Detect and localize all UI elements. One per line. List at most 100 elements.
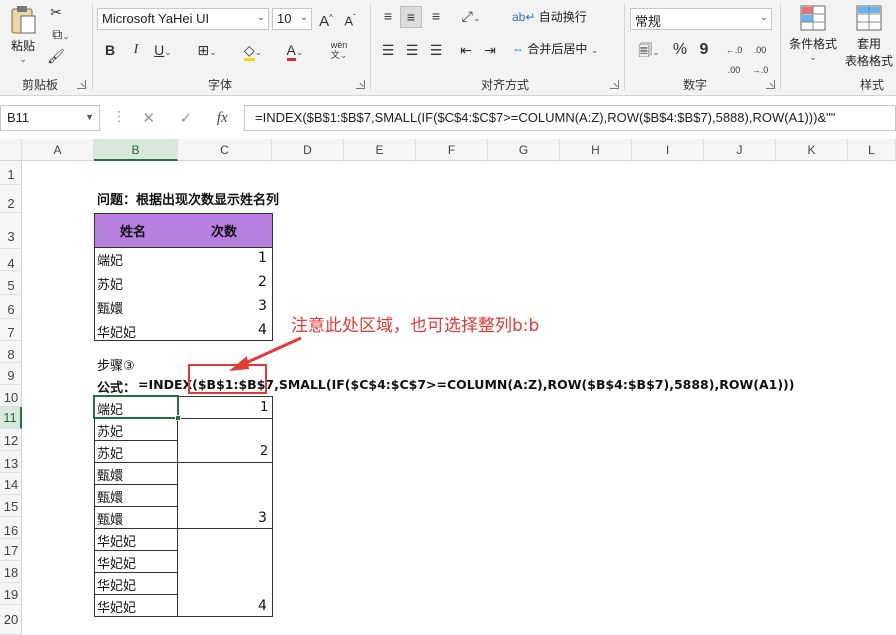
wrap-text-button[interactable]: ab↵ 自动换行: [512, 8, 587, 28]
chevron-down-icon[interactable]: ⌄: [6, 54, 40, 65]
decrease-indent-icon[interactable]: ⇤: [456, 40, 476, 60]
source-count[interactable]: 3: [258, 298, 267, 314]
increase-indent-icon[interactable]: ⇥: [480, 40, 500, 60]
column-header-b[interactable]: B: [94, 139, 178, 161]
paste-button[interactable]: 粘贴 ⌄: [6, 4, 40, 64]
row-header[interactable]: 1: [0, 161, 22, 185]
result-name[interactable]: 华妃妃: [97, 531, 136, 550]
result-count[interactable]: 1: [260, 400, 268, 415]
column-header-l[interactable]: L: [848, 139, 896, 161]
comma-button[interactable]: 9: [696, 40, 712, 60]
enter-icon[interactable]: ✓: [180, 109, 193, 127]
row-header[interactable]: 8: [0, 341, 22, 363]
source-count[interactable]: 1: [258, 250, 267, 266]
column-header-d[interactable]: D: [272, 139, 344, 161]
row-header[interactable]: 17: [0, 539, 22, 561]
source-name[interactable]: 端妃: [97, 250, 123, 269]
source-name[interactable]: 苏妃: [97, 274, 123, 293]
increase-font-icon[interactable]: A^: [316, 8, 336, 32]
result-name[interactable]: 华妃妃: [97, 553, 136, 572]
result-count[interactable]: 4: [258, 598, 267, 614]
column-header-h[interactable]: H: [560, 139, 632, 161]
result-count[interactable]: 2: [260, 444, 268, 459]
worksheet-grid[interactable]: A B C D E F G H I J K L 1 2 3 4 5 6 7 8 …: [0, 139, 896, 635]
step-label[interactable]: 步骤③: [97, 355, 135, 374]
number-format-select[interactable]: 常规 ⌄: [630, 8, 772, 30]
clipboard-launcher-icon[interactable]: [77, 80, 86, 89]
cut-icon[interactable]: ✂: [46, 2, 66, 22]
fill-handle[interactable]: [175, 415, 181, 421]
format-painter-icon[interactable]: 🖌: [46, 46, 66, 66]
column-header-f[interactable]: F: [416, 139, 488, 161]
row-header[interactable]: 16: [0, 517, 22, 539]
source-name[interactable]: 华妃妃: [97, 322, 136, 341]
row-header[interactable]: 3: [0, 213, 22, 249]
select-all-corner[interactable]: [0, 139, 22, 161]
align-right-icon[interactable]: ☰: [426, 40, 446, 60]
font-name-select[interactable]: Microsoft YaHei UI ⌄: [97, 8, 269, 30]
border-icon[interactable]: ⊞⌄: [192, 40, 222, 62]
row-header[interactable]: 18: [0, 561, 22, 583]
row-header[interactable]: 2: [0, 185, 22, 213]
column-header-g[interactable]: G: [488, 139, 560, 161]
align-bottom-icon[interactable]: ≡: [426, 6, 446, 26]
column-header-k[interactable]: K: [776, 139, 848, 161]
row-header[interactable]: 4: [0, 249, 22, 271]
align-center-icon[interactable]: ☰: [402, 40, 422, 60]
result-name[interactable]: 甄嬛: [97, 465, 123, 484]
row-header[interactable]: 5: [0, 271, 22, 295]
font-launcher-icon[interactable]: [356, 80, 365, 89]
source-count[interactable]: 2: [258, 274, 267, 290]
orientation-icon[interactable]: ⤢⌄: [456, 6, 486, 28]
row-header[interactable]: 10: [0, 385, 22, 407]
column-header-j[interactable]: J: [704, 139, 776, 161]
row-header[interactable]: 15: [0, 495, 22, 517]
row-header[interactable]: 6: [0, 295, 22, 319]
row-header[interactable]: 14: [0, 473, 22, 495]
phonetic-icon[interactable]: wén 文⌄: [324, 40, 354, 60]
result-count[interactable]: 3: [258, 510, 267, 526]
align-middle-icon[interactable]: ≡: [400, 6, 422, 28]
decrease-decimal-icon[interactable]: .00 →.0: [748, 40, 772, 80]
row-header[interactable]: 20: [0, 605, 22, 635]
column-header-e[interactable]: E: [344, 139, 416, 161]
row-header[interactable]: 7: [0, 319, 22, 341]
active-cell[interactable]: [93, 395, 179, 419]
header-name[interactable]: 姓名: [120, 221, 146, 240]
format-as-table-button[interactable]: 套用 表格格式: [844, 4, 894, 69]
cancel-icon[interactable]: ✕: [142, 109, 155, 127]
column-header-a[interactable]: A: [22, 139, 94, 161]
result-name[interactable]: 苏妃: [97, 421, 123, 440]
header-count[interactable]: 次数: [211, 221, 237, 240]
result-name[interactable]: 华妃妃: [97, 575, 136, 594]
italic-button[interactable]: I: [128, 40, 144, 60]
copy-icon[interactable]: ⧉⌄: [46, 24, 76, 46]
number-launcher-icon[interactable]: [766, 80, 775, 89]
formula-input[interactable]: =INDEX($B$1:$B$7,SMALL(IF($C$4:$C$7>=COL…: [244, 105, 896, 131]
percent-button[interactable]: %: [670, 40, 690, 60]
fill-color-icon[interactable]: ◇⌄: [238, 40, 268, 62]
result-name[interactable]: 甄嬛: [97, 487, 123, 506]
font-color-icon[interactable]: A⌄: [280, 40, 310, 62]
row-header[interactable]: 12: [0, 429, 22, 451]
increase-decimal-icon[interactable]: ←.0.00: [722, 40, 746, 80]
underline-button[interactable]: U⌄: [150, 40, 176, 62]
column-header-i[interactable]: I: [632, 139, 704, 161]
name-box[interactable]: B11 ▼: [0, 105, 100, 131]
row-header[interactable]: 13: [0, 451, 22, 473]
source-name[interactable]: 甄嬛: [97, 298, 123, 317]
font-size-select[interactable]: 10 ⌄: [272, 8, 312, 30]
row-header[interactable]: 11: [0, 407, 22, 429]
merge-center-button[interactable]: ⇔ 合并后居中 ⌄: [512, 40, 598, 60]
currency-icon[interactable]: 🗐⌄: [632, 40, 666, 62]
decrease-font-icon[interactable]: Aˇ: [340, 8, 360, 31]
align-left-icon[interactable]: ☰: [378, 40, 398, 60]
result-name[interactable]: 华妃妃: [97, 597, 136, 616]
row-header[interactable]: 9: [0, 363, 22, 385]
align-top-icon[interactable]: ≡: [378, 6, 398, 26]
result-name[interactable]: 甄嬛: [97, 509, 123, 528]
bold-button[interactable]: B: [102, 40, 118, 60]
insert-function-icon[interactable]: fx: [217, 110, 228, 127]
alignment-launcher-icon[interactable]: [610, 80, 619, 89]
result-name[interactable]: 苏妃: [97, 443, 123, 462]
